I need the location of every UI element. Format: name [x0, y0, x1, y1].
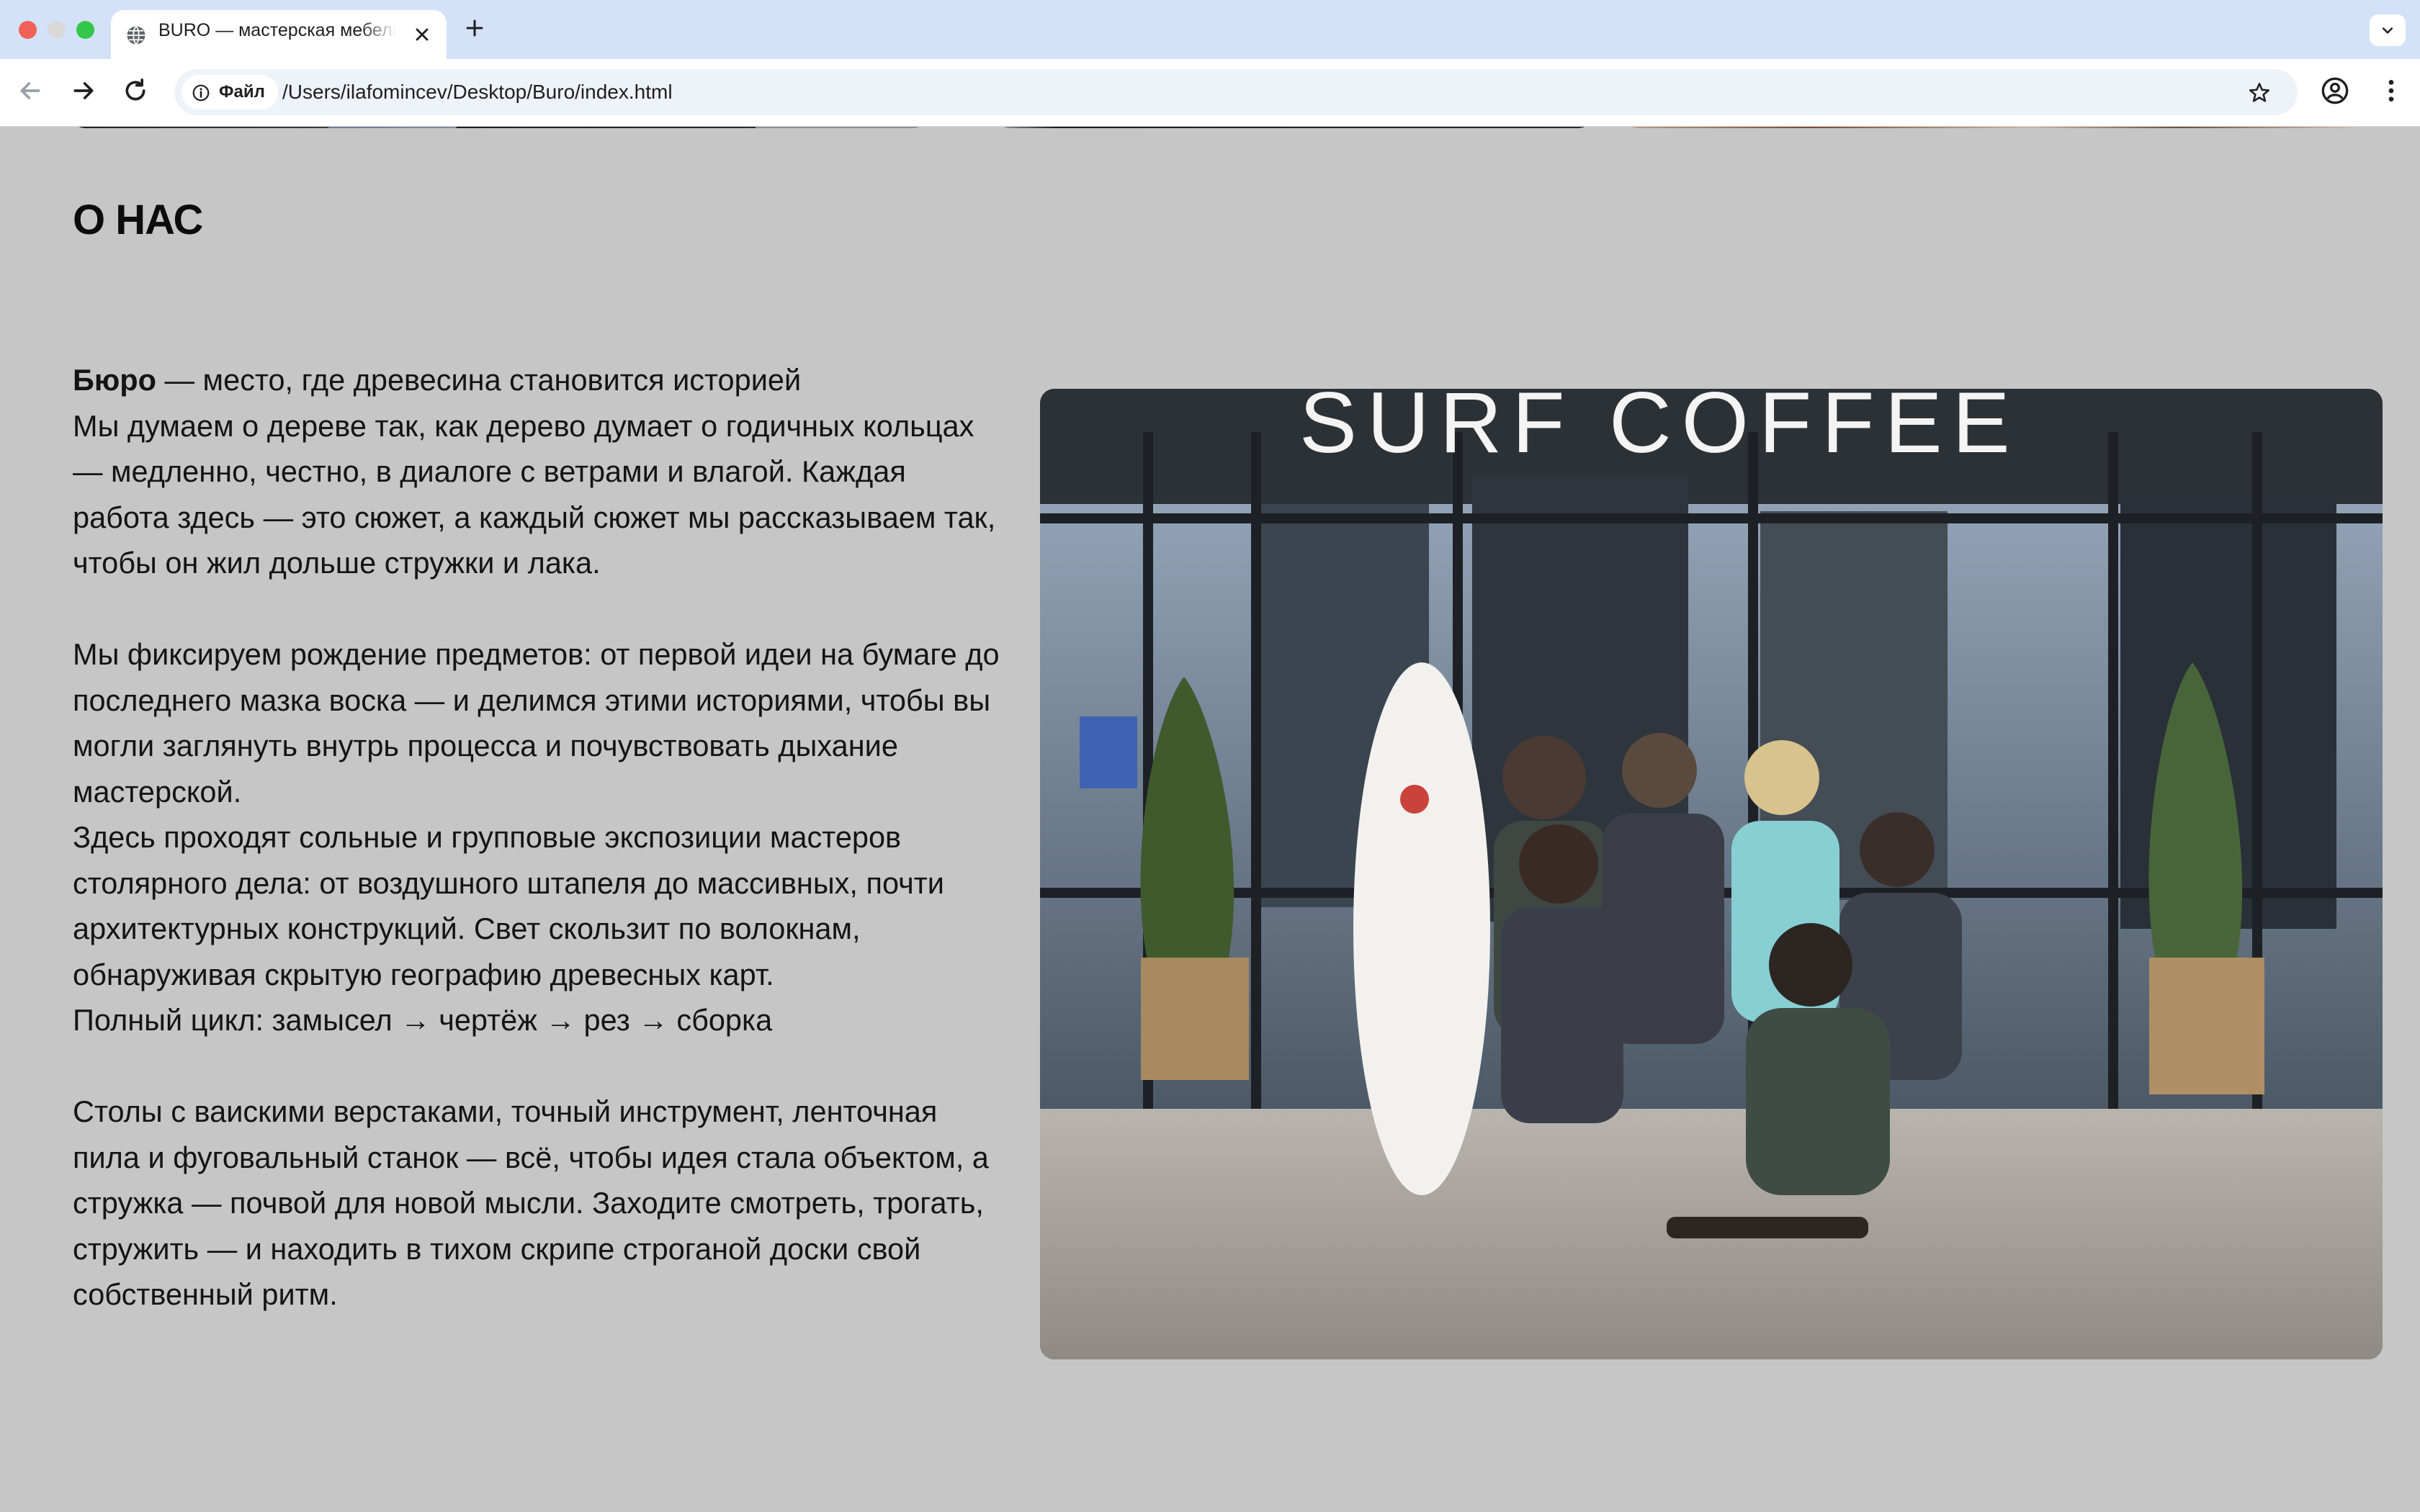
close-tab-icon[interactable]	[412, 24, 432, 45]
forward-arrow-icon[interactable]	[69, 76, 98, 105]
about-heading: О НАС	[73, 197, 203, 243]
browser-tab-active[interactable]: BURO — мастерская мебели	[111, 10, 447, 59]
about-text: Бюро — место, где древесина становится и…	[73, 357, 1002, 1318]
info-icon	[192, 84, 210, 102]
back-arrow-icon[interactable]	[16, 76, 45, 105]
url-text[interactable]: /Users/ilafomincev/Desktop/Buro/index.ht…	[282, 69, 673, 115]
security-chip-label: Файл	[219, 82, 265, 102]
address-bar[interactable]: Файл /Users/ilafomincev/Desktop/Buro/ind…	[174, 69, 2298, 115]
tab-title: BURO — мастерская мебели	[158, 20, 396, 40]
browser-toolbar: Файл /Users/ilafomincev/Desktop/Buro/ind…	[0, 59, 2420, 127]
globe-icon	[127, 25, 145, 45]
surf-coffee-sign: SURF COFFEE	[1299, 389, 2020, 471]
more-menu-icon[interactable]	[2377, 76, 2406, 105]
chevron-down-icon	[2382, 27, 2393, 34]
about-lead: Бюро — место, где древесина становится и…	[73, 357, 1002, 403]
close-window-button[interactable]	[19, 21, 37, 39]
about-paragraph: Мы думаем о дереве так, как дерево думае…	[73, 408, 996, 580]
reload-icon[interactable]	[121, 76, 150, 105]
team-photo: SURF COFFEE	[1040, 389, 2383, 1359]
minimize-window-button[interactable]	[48, 21, 66, 39]
about-paragraph: Мы фиксируем рождение предметов: от перв…	[73, 637, 1000, 809]
page-viewport[interactable]: О НАС Бюро — место, где древесина станов…	[0, 127, 2420, 1512]
maximize-window-button[interactable]	[76, 21, 94, 39]
gallery-image-partial	[997, 127, 1592, 128]
gallery-image-partial	[72, 127, 926, 128]
profile-icon[interactable]	[2321, 76, 2349, 105]
about-paragraph: Здесь проходят сольные и групповые экспо…	[73, 820, 944, 991]
gallery-image-partial	[1625, 127, 2364, 128]
site-info-chip[interactable]: Файл	[182, 75, 278, 109]
tab-strip: BURO — мастерская мебели	[0, 0, 2420, 59]
lead-text: — место, где древесина становится истори…	[156, 363, 802, 397]
about-paragraph: Столы с ваискими верстаками, точный инст…	[73, 1094, 989, 1311]
bookmark-star-icon[interactable]	[2247, 81, 2272, 105]
new-tab-icon[interactable]	[464, 17, 485, 39]
brand-name: Бюро	[73, 363, 156, 397]
about-cycle-line: Полный цикл: замысел → чертёж → рез → сб…	[73, 1003, 773, 1037]
tab-search-button[interactable]	[2370, 14, 2406, 46]
